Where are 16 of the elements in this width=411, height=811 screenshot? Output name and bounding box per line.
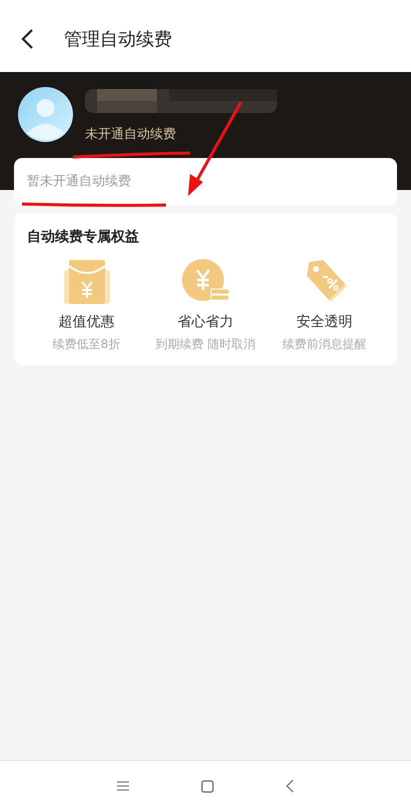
benefit-title: 安全透明 xyxy=(296,313,352,332)
home-square-icon[interactable] xyxy=(201,780,214,792)
empty-subscription-text: 暂未开通自动续费 xyxy=(27,173,131,192)
benefits-title: 自动续费专属权益 xyxy=(27,228,140,247)
menu-icon[interactable] xyxy=(117,781,129,791)
envelope-icon xyxy=(62,258,110,306)
avatar-icon xyxy=(18,87,73,142)
back-nav-icon[interactable] xyxy=(286,779,294,793)
page-title: 管理自动续费 xyxy=(64,28,172,52)
benefit-subtitle: 续费前消息提醒 xyxy=(282,336,366,353)
benefit-title: 省心省力 xyxy=(178,313,234,332)
benefit-title: 超值优惠 xyxy=(58,313,114,332)
back-icon[interactable] xyxy=(20,28,34,50)
auto-renew-status: 未开通自动续费 xyxy=(85,126,177,144)
benefit-subtitle: 续费低至8折 xyxy=(52,336,120,353)
benefit-subtitle: 到期续费 随时取消 xyxy=(156,336,256,353)
